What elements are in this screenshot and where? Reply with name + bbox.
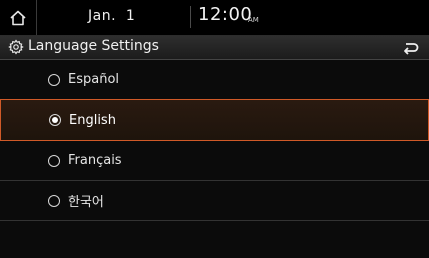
- language-label: Français: [68, 153, 122, 168]
- radio-button-icon: [48, 194, 60, 207]
- status-bar: Jan. 1 12:00 AM: [0, 0, 429, 36]
- language-option-selected[interactable]: English: [0, 99, 429, 141]
- radio-button-icon: [48, 154, 60, 167]
- language-list: Español English Français 한국어: [0, 60, 429, 221]
- back-button[interactable]: [391, 36, 429, 59]
- status-divider: [190, 6, 191, 28]
- status-time: 12:00: [198, 4, 253, 25]
- title-bar: Language Settings: [0, 36, 429, 60]
- home-icon: [10, 10, 26, 26]
- home-button[interactable]: [0, 0, 37, 36]
- language-option[interactable]: Français: [0, 141, 429, 181]
- language-label: Español: [68, 72, 120, 87]
- radio-button-checked-icon: [49, 114, 61, 126]
- gear-icon: [8, 39, 24, 55]
- language-label: 한국어: [68, 195, 104, 210]
- status-ampm: AM: [248, 16, 259, 24]
- language-option[interactable]: Español: [0, 60, 429, 100]
- language-label: English: [69, 112, 116, 128]
- page-title: Language Settings: [28, 38, 159, 54]
- status-date: Jan. 1: [88, 8, 136, 24]
- language-settings-screen: Jan. 1 12:00 AM Language Settings Españo…: [0, 0, 429, 258]
- back-arrow-icon: [404, 42, 419, 55]
- language-option[interactable]: 한국어: [0, 181, 429, 221]
- radio-button-icon: [48, 73, 60, 86]
- radio-dot: [52, 117, 58, 123]
